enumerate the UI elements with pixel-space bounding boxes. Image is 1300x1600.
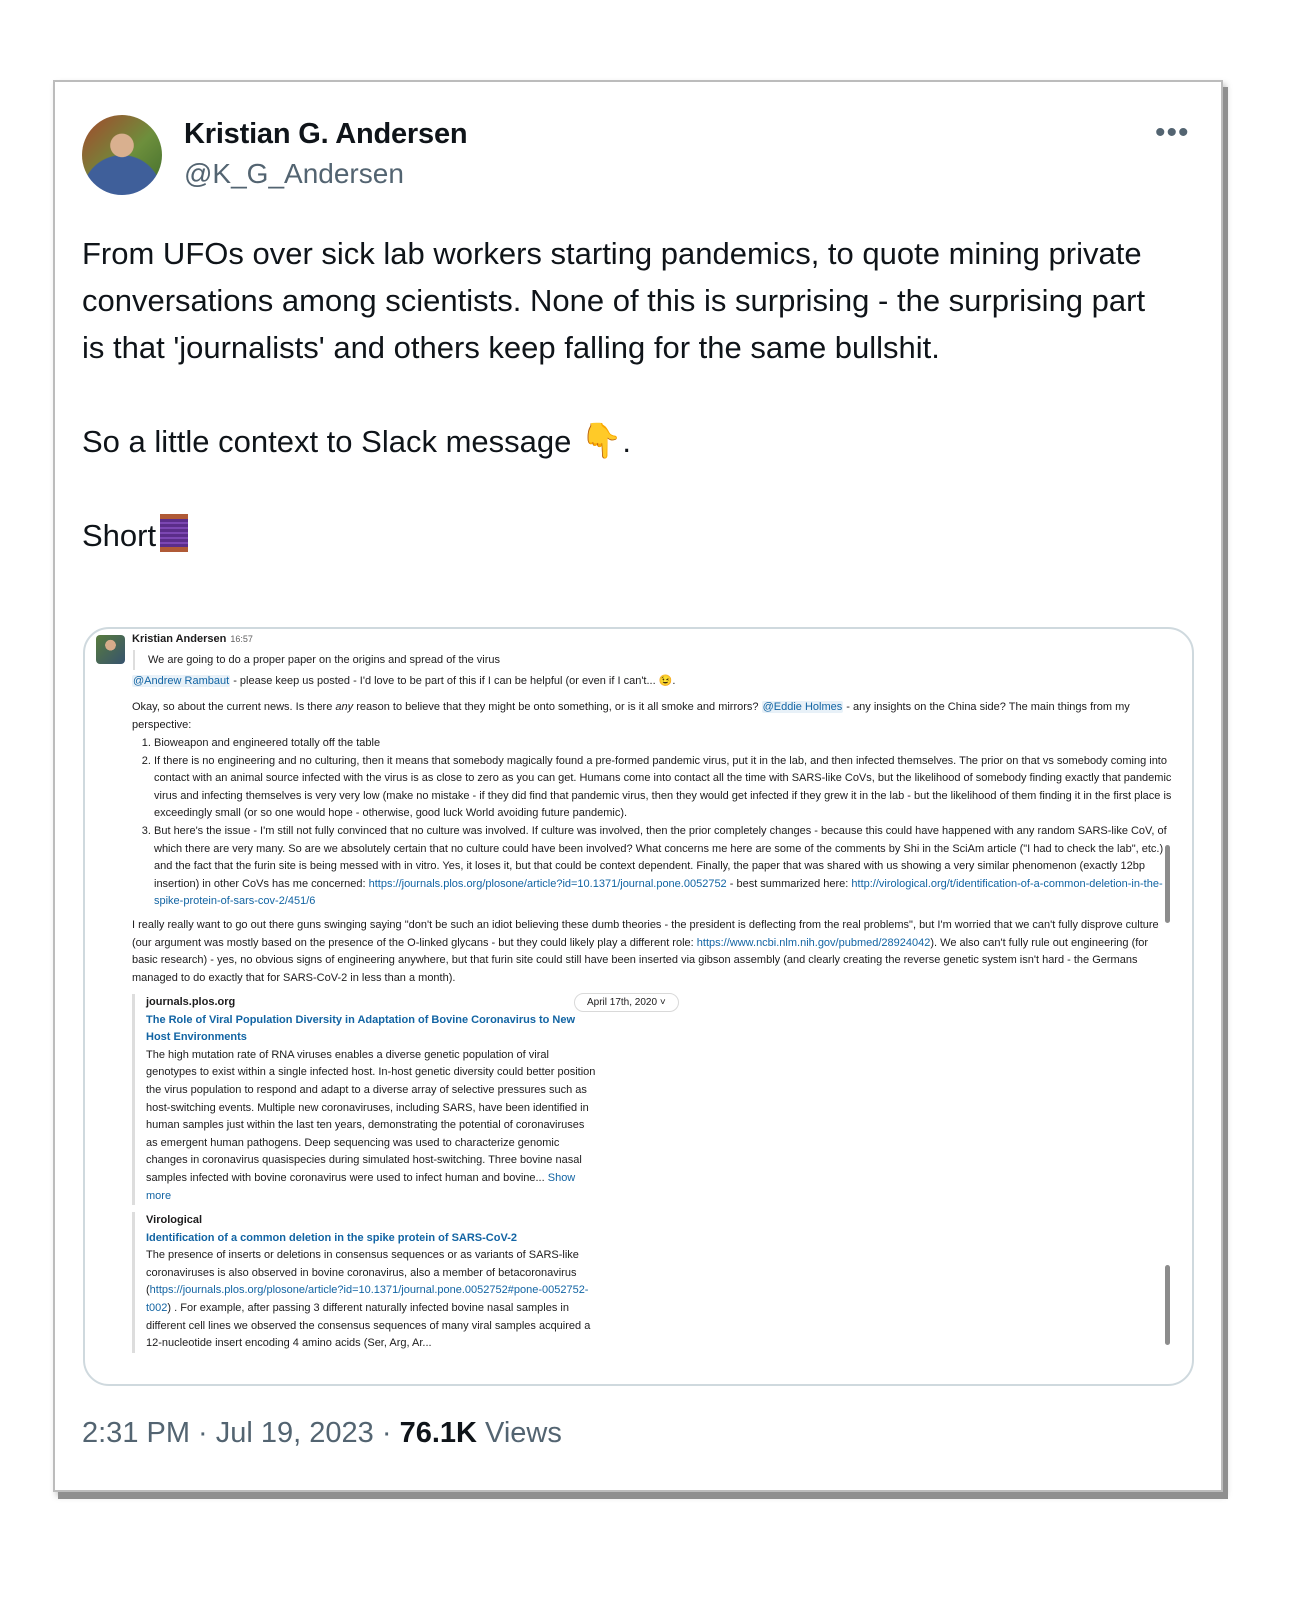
slack-line-2: Okay, so about the current news. Is ther…	[132, 701, 1130, 731]
slack-list-item: If there is no engineering and no cultur…	[154, 753, 1184, 823]
slack-avatar	[96, 635, 125, 664]
author-name[interactable]: Kristian G. Andersen	[184, 118, 468, 151]
tweet-paragraph-1: From UFOs over sick lab workers starting…	[82, 236, 1146, 365]
slack-scrollbar	[1165, 845, 1170, 923]
author-handle[interactable]: @K_G_Andersen	[184, 158, 404, 190]
views-count: 76.1K	[399, 1417, 477, 1449]
more-options-icon[interactable]: •••	[1155, 116, 1190, 150]
date-divider: April 17th, 2020 ˅	[574, 993, 679, 1012]
link-preview-plos: journals.plos.org The Role of Viral Popu…	[132, 994, 596, 1206]
link-preview-virological: Virological Identification of a common d…	[132, 1212, 596, 1353]
slack-author: Kristian Andersen 16:57	[132, 633, 253, 645]
slack-paragraph: I really really want to go out there gun…	[132, 919, 1159, 984]
pointing-down-icon: 👇	[579, 422, 623, 460]
slack-time: 16:57	[230, 634, 253, 644]
slack-quote: We are going to do a proper paper on the…	[133, 650, 500, 670]
spool-of-thread-icon	[160, 514, 189, 552]
tweet-timestamp: 2:31 PM · Jul 19, 2023 · 76.1K Views	[82, 1417, 562, 1449]
author-avatar[interactable]	[82, 115, 162, 195]
slack-list-item: Bioweapon and engineered totally off the…	[154, 735, 1184, 753]
tweet-paragraph-2-text: So a little context to Slack message	[82, 424, 572, 459]
tweet-card: Kristian G. Andersen @K_G_Andersen ••• F…	[53, 80, 1223, 1492]
tweet-paragraph-2: So a little context to Slack message 👇.	[82, 422, 631, 460]
slack-scrollbar	[1165, 1265, 1170, 1345]
tweet-paragraph-3: Short	[82, 512, 1172, 559]
slack-line-1: @Andrew Rambaut - please keep us posted …	[132, 675, 676, 687]
slack-list: Bioweapon and engineered totally off the…	[132, 735, 1184, 911]
slack-screenshot-image[interactable]: Kristian Andersen 16:57 We are going to d…	[83, 627, 1194, 1386]
tweet-text: From UFOs over sick lab workers starting…	[82, 230, 1172, 559]
slack-list-item: But here's the issue - I'm still not ful…	[154, 823, 1184, 911]
